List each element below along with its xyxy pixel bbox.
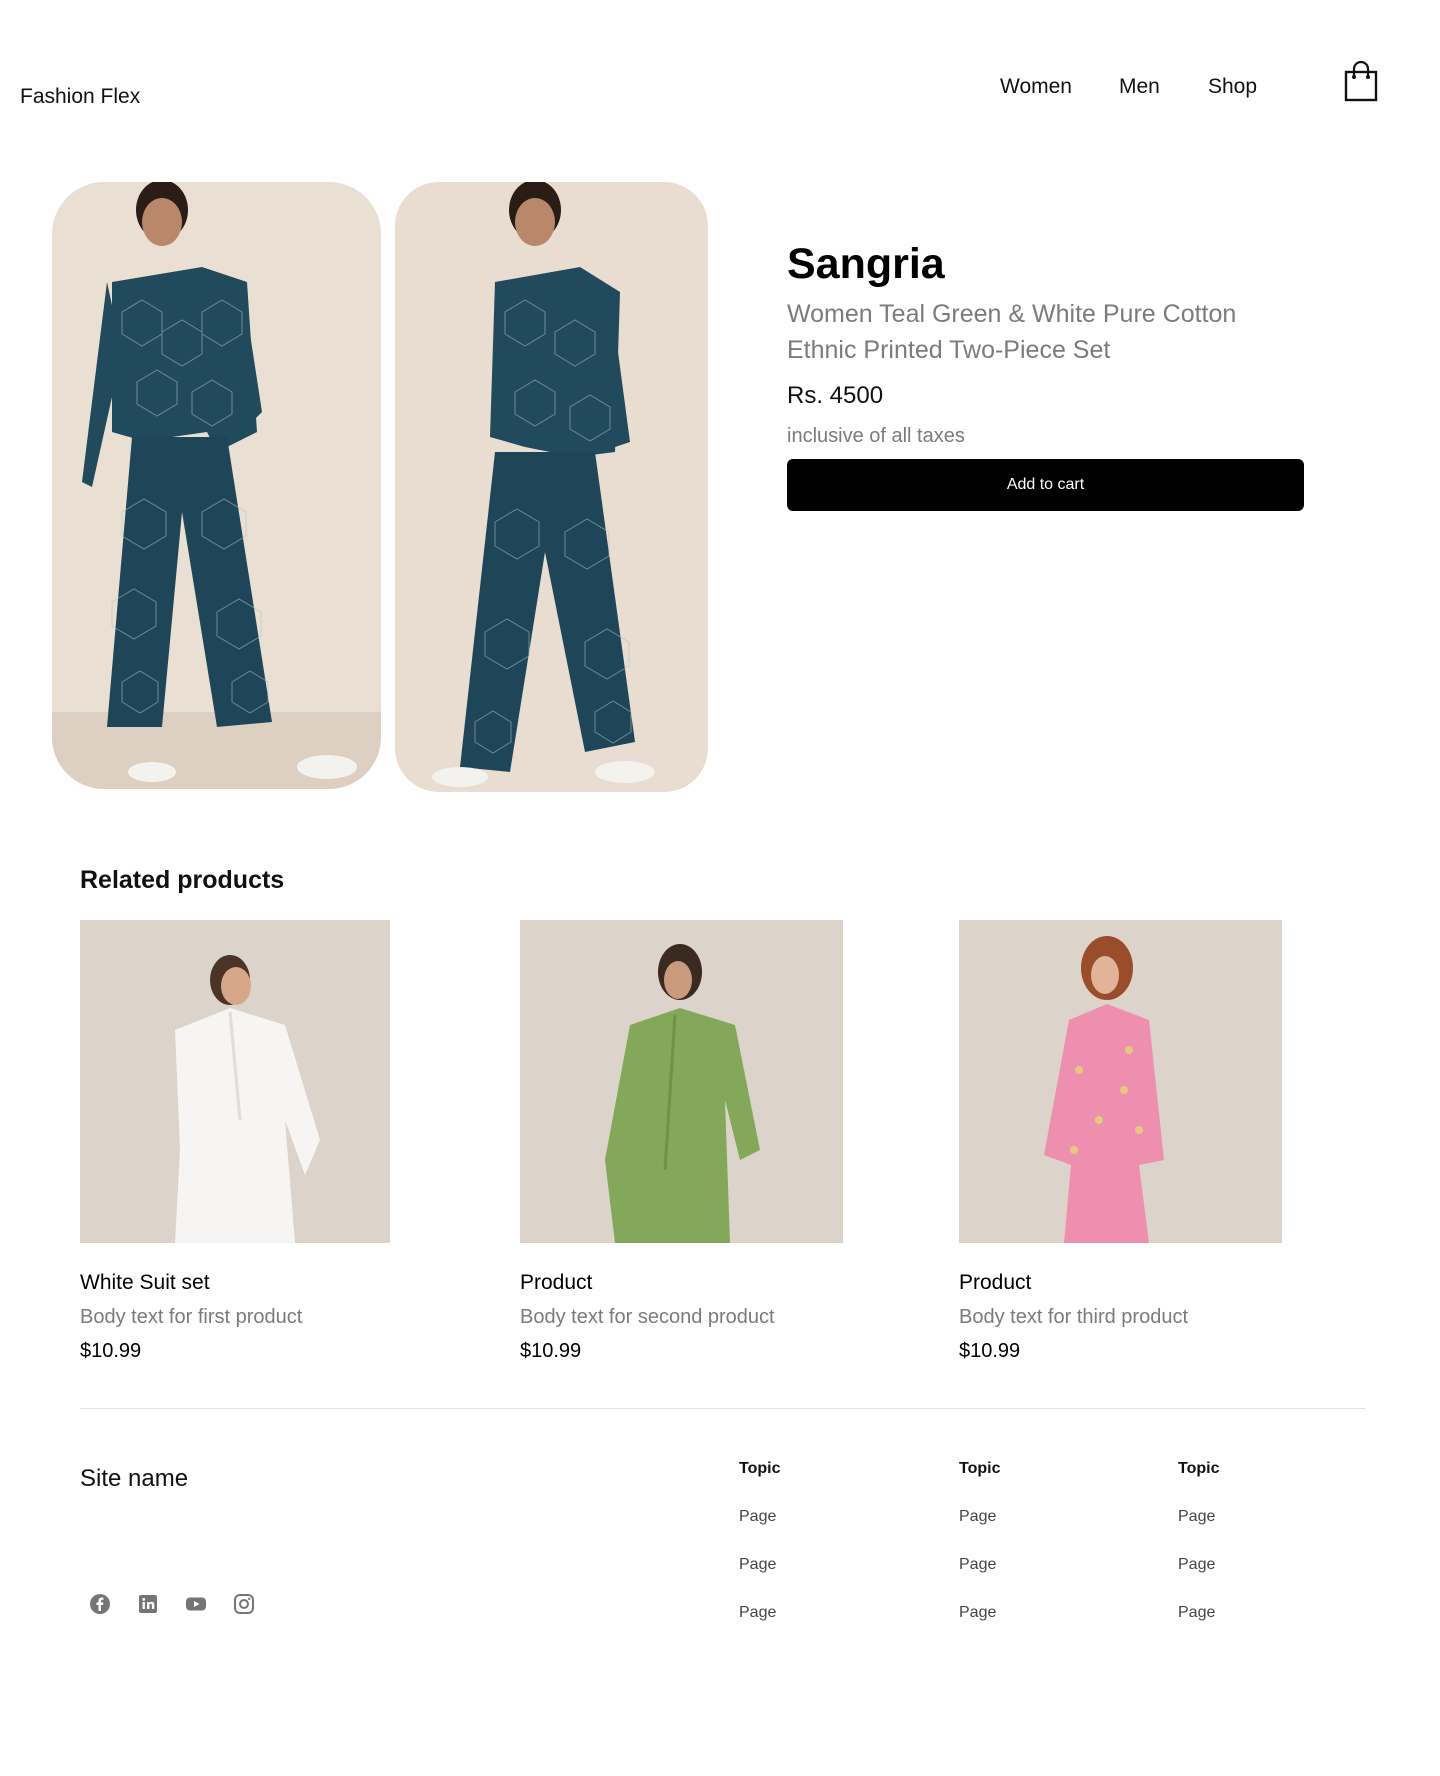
footer-column-2: Topic Page Page Page [959, 1458, 1119, 1624]
footer-page-link[interactable]: Page [739, 1554, 899, 1576]
footer-page-link[interactable]: Page [739, 1506, 899, 1528]
shopping-bag-icon[interactable] [1344, 60, 1378, 102]
footer-site-name: Site name [80, 1465, 189, 1492]
product-card-price: $10.99 [959, 1340, 1021, 1362]
footer-topic: Topic [739, 1460, 781, 1477]
product-card-name[interactable]: Product [520, 1270, 592, 1296]
product-card-price: $10.99 [520, 1340, 582, 1362]
product-title: Sangria [787, 240, 945, 288]
related-products-heading: Related products [80, 866, 285, 894]
product-card-1[interactable]: White Suit set Body text for first produ… [80, 920, 390, 1362]
footer-topic: Topic [959, 1460, 1001, 1477]
footer-divider [80, 1408, 1365, 1409]
product-card-desc: Body text for third product [959, 1306, 1189, 1328]
tax-note: inclusive of all taxes [787, 425, 965, 447]
product-card-image[interactable] [520, 920, 843, 1243]
product-card-desc: Body text for first product [80, 1306, 303, 1328]
add-to-cart-button[interactable]: Add to cart [787, 459, 1304, 511]
footer-page-link[interactable]: Page [1178, 1506, 1338, 1528]
footer-page-link[interactable]: Page [959, 1602, 1119, 1624]
footer-topic: Topic [1178, 1460, 1220, 1477]
facebook-icon[interactable] [88, 1592, 112, 1616]
nav-men[interactable]: Men [1119, 74, 1160, 100]
youtube-icon[interactable] [184, 1592, 208, 1616]
footer-column-3: Topic Page Page Page [1178, 1458, 1338, 1624]
instagram-icon[interactable] [232, 1592, 256, 1616]
product-card-3[interactable]: Product Body text for third product $10.… [959, 920, 1282, 1362]
product-card-name[interactable]: White Suit set [80, 1270, 210, 1296]
brand-logo[interactable]: Fashion Flex [20, 84, 140, 110]
footer-page-link[interactable]: Page [739, 1602, 899, 1624]
product-card-name[interactable]: Product [959, 1270, 1031, 1296]
footer-column-1: Topic Page Page Page [739, 1458, 899, 1624]
footer-page-link[interactable]: Page [1178, 1554, 1338, 1576]
footer-page-link[interactable]: Page [959, 1554, 1119, 1576]
footer-page-link[interactable]: Page [1178, 1602, 1338, 1624]
nav-women[interactable]: Women [1000, 74, 1072, 100]
product-image-side[interactable] [395, 182, 708, 792]
linkedin-icon[interactable] [136, 1592, 160, 1616]
product-card-image[interactable] [80, 920, 390, 1243]
product-card-price: $10.99 [80, 1340, 142, 1362]
product-card-2[interactable]: Product Body text for second product $10… [520, 920, 843, 1362]
product-card-desc: Body text for second product [520, 1306, 775, 1328]
nav-shop[interactable]: Shop [1208, 74, 1257, 100]
product-price: Rs. 4500 [787, 382, 884, 409]
product-subtitle: Women Teal Green & White Pure Cotton Eth… [787, 300, 1237, 364]
product-image-front[interactable] [52, 182, 381, 789]
footer-page-link[interactable]: Page [959, 1506, 1119, 1528]
product-card-image[interactable] [959, 920, 1282, 1243]
